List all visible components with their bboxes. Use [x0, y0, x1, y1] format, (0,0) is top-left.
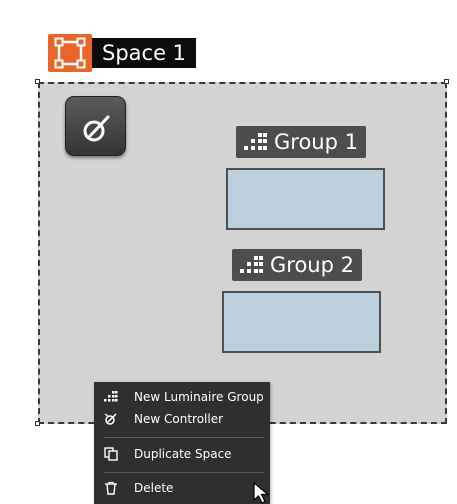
group-2-name: Group 2	[270, 253, 354, 277]
mouse-cursor-icon	[253, 482, 270, 504]
trash-icon	[105, 481, 117, 495]
menu-item-delete[interactable]: Delete	[94, 479, 270, 499]
group-2-label[interactable]: Group 2	[232, 249, 362, 281]
luminaire-group-icon	[104, 391, 118, 402]
menu-separator	[104, 472, 264, 473]
resize-handle-top-left[interactable]	[35, 79, 40, 84]
group-1-name: Group 1	[274, 130, 358, 154]
controller-dimmer-icon	[83, 115, 110, 142]
space-title[interactable]: Space 1	[92, 38, 197, 68]
luminaire-group-icon	[244, 133, 267, 150]
group-1-label[interactable]: Group 1	[236, 126, 366, 158]
space-icon[interactable]	[48, 34, 92, 72]
group-1-box[interactable]	[226, 168, 385, 230]
duplicate-icon	[104, 447, 118, 461]
group-2-box[interactable]	[222, 291, 381, 353]
menu-item-new-luminaire-group[interactable]: New Luminaire Group	[94, 388, 270, 408]
resize-handle-bottom-left[interactable]	[35, 421, 40, 426]
context-menu: New Luminaire Group New Controller Dupli…	[94, 382, 270, 504]
menu-item-label: New Luminaire Group	[134, 390, 264, 404]
luminaire-group-icon	[240, 256, 263, 273]
menu-separator	[104, 437, 264, 438]
resize-handle-top-right[interactable]	[444, 79, 449, 84]
controller-tile[interactable]	[65, 96, 126, 156]
menu-item-label: Duplicate Space	[134, 447, 232, 461]
menu-item-duplicate-space[interactable]: Duplicate Space	[94, 445, 270, 465]
menu-item-label: Delete	[134, 481, 174, 495]
controller-icon	[104, 413, 117, 425]
menu-item-new-controller[interactable]: New Controller	[94, 410, 270, 430]
menu-item-label: New Controller	[134, 412, 224, 426]
